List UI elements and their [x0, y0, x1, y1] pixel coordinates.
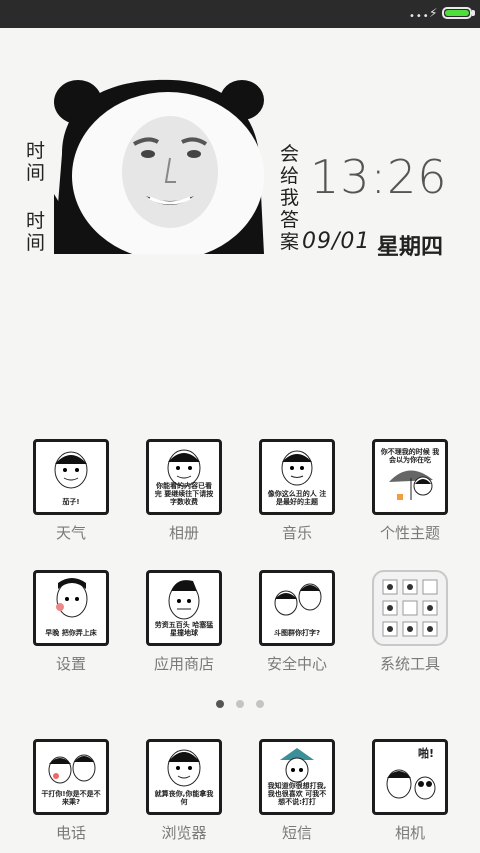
widget-left-text-1: 时间 [26, 140, 46, 184]
app-security[interactable]: 斗图群你打字? 安全中心 [247, 570, 347, 674]
app-label: 设置 [55, 655, 86, 673]
app-settings[interactable]: 早晚 把你弄上床 设置 [21, 570, 121, 674]
signal-dots-icon: ••• [409, 11, 430, 22]
system-tools-folder-icon [372, 570, 448, 646]
app-gallery[interactable]: 你能看的内容已看完 要继续往下请按字数收费 相册 [134, 439, 234, 543]
app-label: 安全中心 [266, 655, 327, 673]
page-dot-active[interactable] [216, 700, 224, 708]
phone-app-icon: 干打你!你是不是不来乘? [33, 739, 109, 815]
app-music[interactable]: 像你这么丑的人 注是最好的主题 音乐 [247, 439, 347, 543]
camera-app-icon: 啪! [372, 739, 448, 815]
security-app-icon: 斗图群你打字? [259, 570, 335, 646]
browser-app-icon: 就算丧你,你能拿我何 [146, 739, 222, 815]
page-dot[interactable] [256, 700, 264, 708]
clock-time: 13:26 [310, 150, 448, 204]
app-label: 浏览器 [161, 824, 207, 842]
app-label: 天气 [55, 524, 86, 542]
music-app-icon: 像你这么丑的人 注是最好的主题 [259, 439, 335, 515]
panda-meme-face-image [54, 79, 264, 254]
weather-app-icon: 茄子! [33, 439, 109, 515]
clock-date: 09/01 [302, 229, 371, 254]
app-label: 系统工具 [379, 655, 440, 673]
widget-left-text-2: 时间 [26, 210, 46, 254]
gallery-app-icon: 你能看的内容已看完 要继续往下请按字数收费 [146, 439, 222, 515]
themes-app-icon: 你不理我的时候 我会以为你在吃 [372, 439, 448, 515]
app-store-icon: 劳资五百头 哈塞猛星撞地球 [146, 570, 222, 646]
app-label: 相机 [394, 824, 425, 842]
status-bar: ••• ⚡ [0, 0, 480, 28]
app-label: 应用商店 [153, 655, 214, 673]
app-phone[interactable]: 干打你!你是不是不来乘? 电话 [21, 739, 121, 843]
app-label: 音乐 [281, 524, 312, 542]
app-label: 相册 [168, 524, 199, 542]
app-store[interactable]: 劳资五百头 哈塞猛星撞地球 应用商店 [134, 570, 234, 674]
messages-app-icon: 我知道你很想打我,我也很喜欢 可我不想不说:打打 [259, 739, 335, 815]
widget-right-text: 会给我答案 [280, 143, 300, 253]
app-themes[interactable]: 你不理我的时候 我会以为你在吃 个性主题 [360, 439, 460, 543]
app-camera[interactable]: 啪! 相机 [360, 739, 460, 843]
battery-icon [442, 7, 472, 19]
charging-icon: ⚡ [429, 6, 438, 20]
page-dot[interactable] [236, 700, 244, 708]
app-weather[interactable]: 茄子! 天气 [21, 439, 121, 543]
settings-app-icon: 早晚 把你弄上床 [33, 570, 109, 646]
clock-weekday: 星期四 [377, 235, 444, 260]
app-messages[interactable]: 我知道你很想打我,我也很喜欢 可我不想不说:打打 短信 [247, 739, 347, 843]
app-browser[interactable]: 就算丧你,你能拿我何 浏览器 [134, 739, 234, 843]
app-label: 短信 [281, 824, 312, 842]
app-label: 电话 [55, 824, 86, 842]
app-system-tools[interactable]: 系统工具 [360, 570, 460, 674]
app-label: 个性主题 [379, 524, 440, 542]
